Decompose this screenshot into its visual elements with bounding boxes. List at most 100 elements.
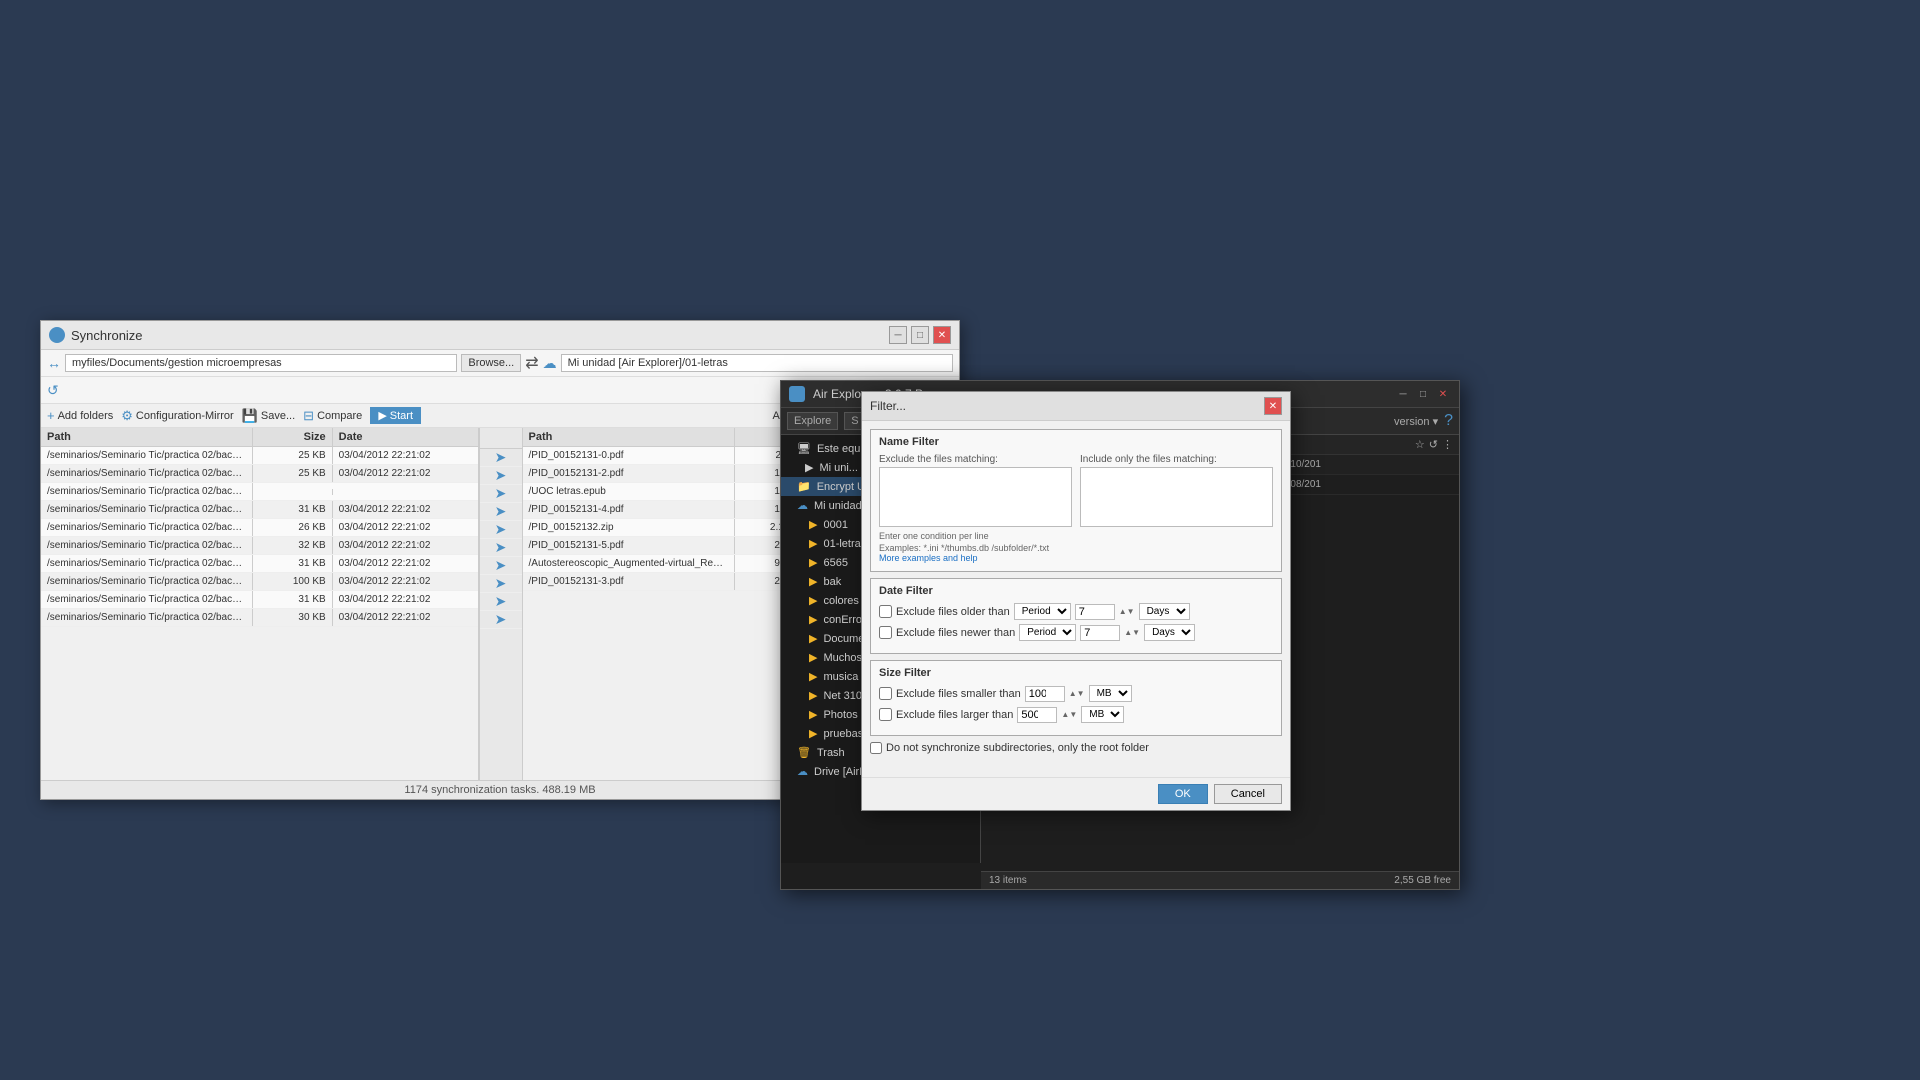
start-btn[interactable]: ▶ Start — [370, 407, 421, 424]
filter-inputs-row: Exclude the files matching: Include only… — [879, 454, 1273, 527]
larger-unit-select[interactable]: MB — [1081, 706, 1124, 723]
transfer-arrow: ➤ — [480, 611, 522, 629]
filter-body: Name Filter Exclude the files matching: … — [862, 421, 1290, 766]
filter-close-btn[interactable]: ✕ — [1264, 397, 1282, 415]
left-file-row: /seminarios/Seminario Tic/practica 02/ba… — [41, 501, 478, 519]
older-spinner: ▲▼ — [1119, 607, 1135, 616]
date-filter-title: Date Filter — [879, 585, 1273, 597]
include-input[interactable] — [1080, 467, 1273, 527]
period-select-newer[interactable]: Period — [1019, 624, 1076, 641]
exclude-col: Exclude the files matching: — [879, 454, 1072, 527]
folder-documents: ▶ — [809, 632, 817, 645]
air-win-controls: ─ □ ✕ — [1395, 386, 1451, 402]
folder-0001: ▶ — [809, 518, 817, 531]
windows-area: Synchronize ─ □ ✕ ↔ myfiles/Documents/ge… — [20, 320, 1900, 1080]
exclude-smaller-label: Exclude files smaller than — [896, 688, 1021, 700]
transfer-arrow: ➤ — [480, 557, 522, 575]
newer-value[interactable] — [1080, 625, 1120, 641]
sync-icon-left: ↔ — [47, 355, 61, 371]
folder-bak: ▶ — [809, 575, 817, 588]
config-mirror-btn[interactable]: ⚙ Configuration-Mirror — [121, 408, 233, 424]
exclude-label: Exclude the files matching: — [879, 454, 1072, 465]
cloud-icon-1: ☁ — [543, 355, 557, 372]
name-filter-title: Name Filter — [879, 436, 1273, 448]
folder-6565: ▶ — [809, 556, 817, 569]
start-play-icon: ▶ — [378, 409, 386, 422]
filter-ok-btn[interactable]: OK — [1158, 784, 1208, 804]
smaller-unit-select[interactable]: MB — [1089, 685, 1132, 702]
left-file-row: /seminarios/Seminario Tic/practica 02/ba… — [41, 519, 478, 537]
nav-star-btn[interactable]: ☆ — [1415, 438, 1425, 451]
browse-left-btn[interactable]: Browse... — [461, 354, 521, 372]
air-window: Air Explorer v3.0.7 Pro ─ □ ✕ Explore S … — [780, 380, 1460, 890]
air-help-btn[interactable]: ? — [1444, 412, 1453, 430]
col-path-header-r: Path — [523, 428, 735, 446]
explore-btn[interactable]: Explore — [787, 412, 838, 430]
folder-net: ▶ — [809, 689, 817, 702]
exclude-smaller-row: Exclude files smaller than ▲▼ MB — [879, 685, 1273, 702]
trash-icon: 🗑 — [797, 746, 811, 759]
filter-cancel-btn[interactable]: Cancel — [1214, 784, 1282, 804]
compare-btn[interactable]: ⊟ Compare — [303, 408, 362, 424]
transfer-arrow: ➤ — [480, 449, 522, 467]
larger-value-input[interactable] — [1017, 707, 1057, 723]
more-examples-link[interactable]: More examples and help — [879, 553, 1273, 563]
transfer-arrow: ➤ — [480, 593, 522, 611]
air-maximize-btn[interactable]: □ — [1415, 386, 1431, 402]
sync-maximize-btn[interactable]: □ — [911, 326, 929, 344]
subdirs-checkbox[interactable] — [870, 742, 882, 754]
smaller-spinner: ▲▼ — [1069, 689, 1085, 698]
transfer-arrow: ➤ — [480, 503, 522, 521]
add-folders-btn[interactable]: + Add folders — [47, 408, 113, 423]
older-value[interactable] — [1075, 604, 1115, 620]
air-version-btn[interactable]: version ▾ — [1394, 415, 1438, 428]
exclude-older-row: Exclude files older than Period ▲▼ Days — [879, 603, 1273, 620]
sync-status-text: 1174 synchronization tasks. 488.19 MB — [404, 784, 595, 796]
transfer-arrow: ➤ — [480, 539, 522, 557]
sync-win-controls: ─ □ ✕ — [889, 326, 951, 344]
sync-icon-left-2: ↺ — [47, 382, 59, 399]
air-window-icon — [789, 386, 805, 402]
exclude-larger-row: Exclude files larger than ▲▼ MB — [879, 706, 1273, 723]
sync-path-right[interactable]: Mi unidad [Air Explorer]/01-letras — [561, 354, 953, 372]
left-file-row: /seminarios/Seminario Tic/practica 02/ba… — [41, 537, 478, 555]
save-btn[interactable]: 💾 Save... — [242, 408, 295, 424]
compare-icon: ⊟ — [303, 408, 314, 424]
date-filter-section: Date Filter Exclude files older than Per… — [870, 578, 1282, 654]
exclude-older-checkbox[interactable] — [879, 605, 892, 618]
config-icon: ⚙ — [121, 408, 133, 424]
filter-titlebar: Filter... ✕ — [862, 392, 1290, 421]
sync-window-title: Synchronize — [71, 328, 143, 343]
filter-title: Filter... — [870, 399, 906, 413]
sync-close-btn[interactable]: ✕ — [933, 326, 951, 344]
exclude-larger-checkbox[interactable] — [879, 708, 892, 721]
days-select-newer[interactable]: Days — [1144, 624, 1195, 641]
folder-01-letras: ▶ — [809, 537, 817, 550]
days-select-older[interactable]: Days — [1139, 603, 1190, 620]
folder-pruebas: ▶ — [809, 727, 817, 740]
period-select-older[interactable]: Period — [1014, 603, 1071, 620]
air-minimize-btn[interactable]: ─ — [1395, 386, 1411, 402]
exclude-newer-label: Exclude files newer than — [896, 627, 1015, 639]
save-icon: 💾 — [242, 408, 258, 424]
exclude-smaller-checkbox[interactable] — [879, 687, 892, 700]
sync-path-left[interactable]: myfiles/Documents/gestion microempresas — [65, 354, 457, 372]
left-file-row: /seminarios/Seminario Tic/practica 02/ba… — [41, 609, 478, 627]
exclude-newer-checkbox[interactable] — [879, 626, 892, 639]
folder-icon-encrypt: 📁 — [797, 480, 811, 493]
subdirs-label: Do not synchronize subdirectories, only … — [886, 742, 1149, 754]
air-close-btn[interactable]: ✕ — [1435, 386, 1451, 402]
exclude-input[interactable] — [879, 467, 1072, 527]
left-file-row: /seminarios/Seminario Tic/practica 02/ba… — [41, 573, 478, 591]
arrow-column: ➤➤➤➤➤➤➤➤➤➤ — [479, 428, 523, 796]
folder-musica: ▶ — [809, 670, 817, 683]
sync-path-toolbar-1: ↔ myfiles/Documents/gestion microempresa… — [41, 350, 959, 377]
file-rows-left: /seminarios/Seminario Tic/practica 02/ba… — [41, 447, 478, 796]
add-folders-icon: + — [47, 408, 55, 423]
smaller-value-input[interactable] — [1025, 686, 1065, 702]
sync-minimize-btn[interactable]: ─ — [889, 326, 907, 344]
nav-more-btn[interactable]: ⋮ — [1442, 438, 1453, 451]
nav-refresh-btn[interactable]: ↺ — [1429, 438, 1438, 451]
include-label: Include only the files matching: — [1080, 454, 1273, 465]
exclude-older-label: Exclude files older than — [896, 606, 1010, 618]
